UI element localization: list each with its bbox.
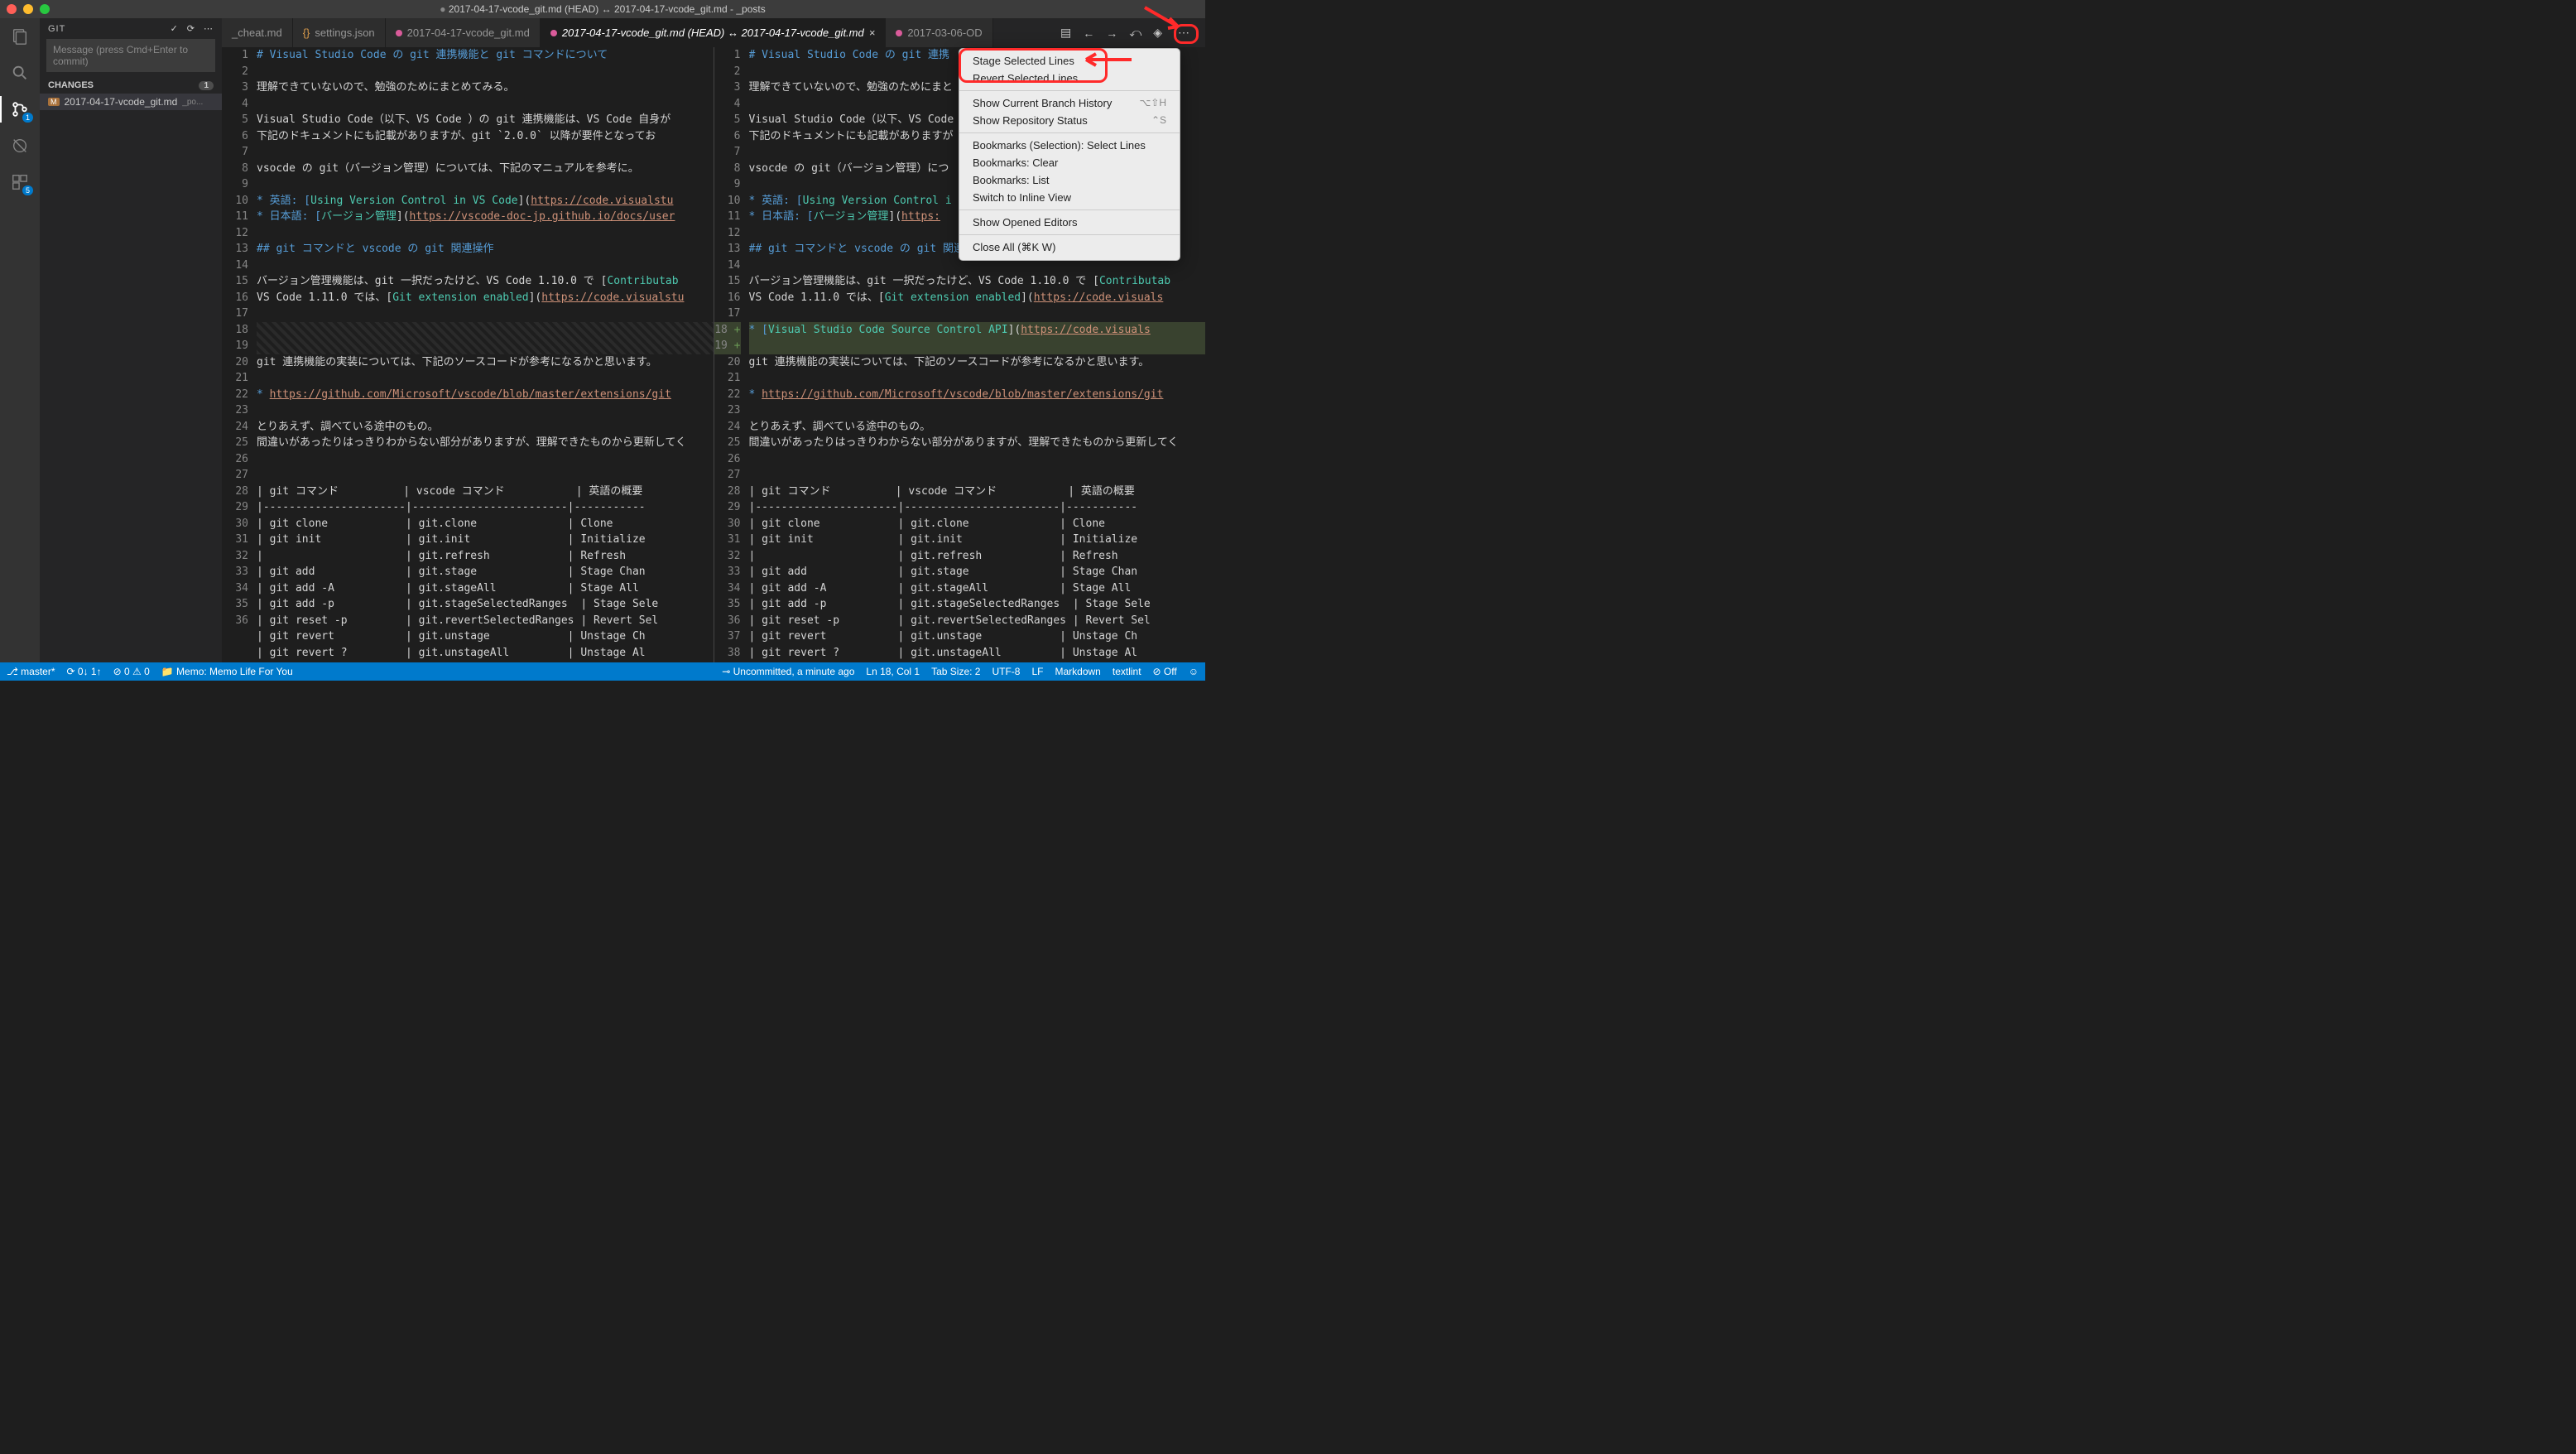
off-status[interactable]: ⊘ Off (1153, 666, 1177, 677)
toggle-whitespace-icon[interactable]: ◈ (1153, 26, 1162, 40)
tab-cheat[interactable]: _cheat.md (222, 18, 293, 47)
eol-status[interactable]: LF (1031, 666, 1043, 677)
file-path: _po... (182, 98, 203, 107)
diff-left-pane[interactable]: 1234567891011121314151617181920212223242… (222, 47, 714, 662)
open-changes-icon[interactable]: ▤ (1060, 26, 1071, 40)
commit-message-input[interactable]: Message (press Cmd+Enter to commit) (46, 39, 215, 72)
changes-count: 1 (199, 81, 214, 90)
menu-bookmarks-select[interactable]: Bookmarks (Selection): Select Lines (959, 137, 1180, 154)
modified-badge: M (48, 98, 60, 106)
tab-diff-active[interactable]: 2017-04-17-vcode_git.md (HEAD) ↔ 2017-04… (541, 18, 887, 47)
debug-icon[interactable] (8, 134, 31, 157)
extensions-icon[interactable]: 5 (8, 171, 31, 194)
nav-back-icon[interactable]: ← (1083, 26, 1094, 40)
ext-badge: 5 (22, 185, 33, 195)
menu-bookmarks-clear[interactable]: Bookmarks: Clear (959, 154, 1180, 171)
scm-badge: 1 (22, 113, 33, 123)
branch-status[interactable]: ⎇ master* (7, 666, 55, 677)
changed-file[interactable]: M 2017-04-17-vcode_git.md _po... (40, 94, 222, 110)
refresh-icon[interactable]: ⟳ (187, 23, 195, 34)
close-window[interactable] (7, 4, 17, 14)
git-blame-status[interactable]: ⊸ Uncommitted, a minute ago (722, 666, 854, 677)
close-icon[interactable]: × (869, 26, 876, 39)
tabsize-status[interactable]: Tab Size: 2 (931, 666, 980, 677)
file-name: 2017-04-17-vcode_git.md (65, 96, 178, 108)
explorer-icon[interactable] (8, 25, 31, 48)
activity-bar: 1 5 (0, 18, 40, 662)
tab-od[interactable]: 2017-03-06-OD (886, 18, 992, 47)
search-icon[interactable] (8, 61, 31, 84)
window-title: ● 2017-04-17-vcode_git.md (HEAD) ↔ 2017-… (0, 3, 1205, 15)
menu-branch-history[interactable]: Show Current Branch History⌥⇧H (959, 94, 1180, 112)
more-actions-icon[interactable]: ⋯ (1174, 23, 1194, 42)
changes-label[interactable]: CHANGES (48, 80, 94, 90)
revert-file-icon[interactable]: ⤺ (1129, 26, 1141, 40)
sync-status[interactable]: ⟳ 0↓ 1↑ (67, 666, 102, 677)
feedback-icon[interactable]: ☺ (1189, 666, 1199, 677)
tab-vcode-git[interactable]: 2017-04-17-vcode_git.md (386, 18, 541, 47)
menu-repo-status[interactable]: Show Repository Status⌃S (959, 112, 1180, 129)
editor-context-menu: Stage Selected Lines Revert Selected Lin… (959, 48, 1180, 261)
tab-settings[interactable]: {}settings.json (293, 18, 386, 47)
language-status[interactable]: Markdown (1055, 666, 1101, 677)
minimize-window[interactable] (23, 4, 33, 14)
editor-actions: ▤ ← → ⤺ ◈ ⋯ (1049, 18, 1205, 47)
more-icon[interactable]: ⋯ (204, 23, 214, 34)
menu-stage-selected[interactable]: Stage Selected Lines (959, 52, 1180, 70)
menu-close-all[interactable]: Close All (⌘K W) (959, 238, 1180, 257)
tab-bar: _cheat.md {}settings.json 2017-04-17-vco… (222, 18, 1205, 47)
problems-status[interactable]: ⊘ 0 ⚠ 0 (113, 666, 150, 677)
encoding-status[interactable]: UTF-8 (992, 666, 1020, 677)
menu-bookmarks-list[interactable]: Bookmarks: List (959, 171, 1180, 189)
source-control-icon[interactable]: 1 (8, 98, 31, 121)
nav-fwd-icon[interactable]: → (1106, 26, 1117, 40)
textlint-status[interactable]: textlint (1113, 666, 1141, 677)
cursor-status[interactable]: Ln 18, Col 1 (866, 666, 920, 677)
commit-icon[interactable]: ✓ (171, 23, 179, 34)
zoom-window[interactable] (40, 4, 50, 14)
menu-inline-view[interactable]: Switch to Inline View (959, 189, 1180, 206)
menu-opened-editors[interactable]: Show Opened Editors (959, 214, 1180, 231)
titlebar: ● 2017-04-17-vcode_git.md (HEAD) ↔ 2017-… (0, 0, 1205, 18)
window-controls (7, 4, 50, 14)
sidebar-title: GIT (48, 24, 65, 34)
menu-revert-selected[interactable]: Revert Selected Lines (959, 70, 1180, 87)
scm-sidebar: GIT ✓ ⟳ ⋯ Message (press Cmd+Enter to co… (40, 18, 222, 662)
status-bar: ⎇ master* ⟳ 0↓ 1↑ ⊘ 0 ⚠ 0 📁 Memo: Memo L… (0, 662, 1205, 681)
memo-status[interactable]: 📁 Memo: Memo Life For You (161, 666, 293, 677)
